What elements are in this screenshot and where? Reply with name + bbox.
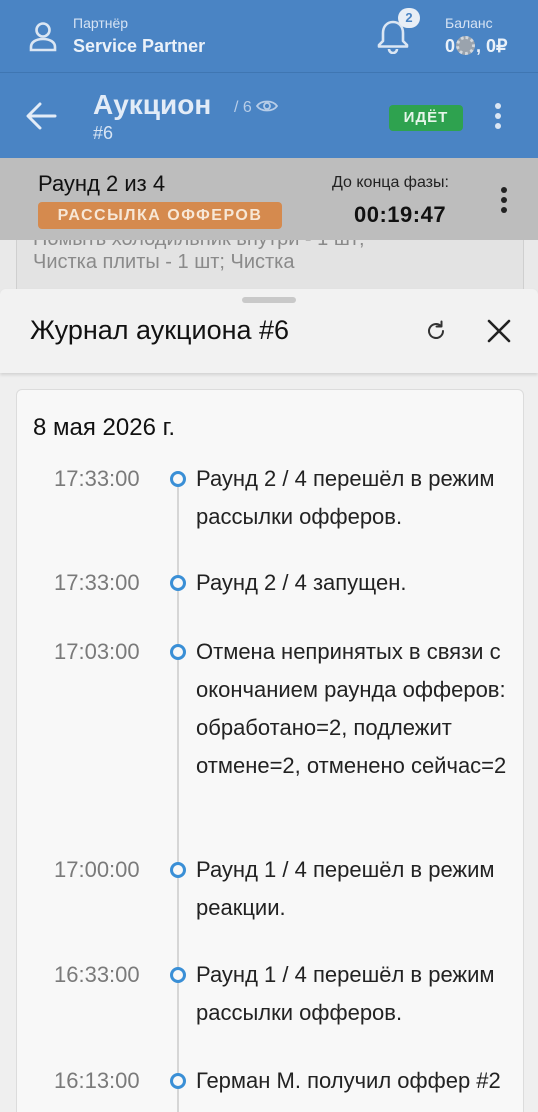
balance-value[interactable]: 0 , 0₽ bbox=[445, 36, 507, 57]
coin-icon bbox=[456, 36, 476, 55]
balance-amount-left: 0 bbox=[445, 36, 456, 56]
background-line-2: Чистка плиты - 1 шт; Чистка bbox=[33, 251, 295, 273]
phase-badge: РАССЫЛКА ОФФЕРОВ bbox=[38, 202, 282, 229]
phase-end-caption: До конца фазы: bbox=[332, 174, 449, 191]
entry-text: Раунд 1 / 4 перешёл в режим рассылки офф… bbox=[196, 962, 495, 1025]
log-date: 8 мая 2026 г. bbox=[33, 414, 176, 441]
entry-time: 16:13:00 bbox=[54, 1068, 140, 1093]
timeline-dot bbox=[170, 1073, 186, 1089]
sheet-header: Журнал аукциона #6 bbox=[0, 289, 538, 373]
entry-time: 17:00:00 bbox=[54, 857, 140, 882]
entry-text: Раунд 2 / 4 запущен. bbox=[196, 570, 407, 595]
notification-badge: 2 bbox=[398, 8, 420, 28]
timeline-dot bbox=[170, 644, 186, 660]
phase-timer: 00:19:47 bbox=[354, 202, 447, 227]
timeline-line bbox=[177, 478, 179, 1112]
entry-time: 17:33:00 bbox=[54, 570, 140, 595]
entry-time: 16:33:00 bbox=[54, 962, 140, 987]
app-screen: Партнёр Service Partner 2 Баланс 0 , 0₽ А… bbox=[0, 0, 538, 1112]
more-vert-icon[interactable] bbox=[495, 103, 501, 133]
drag-handle[interactable] bbox=[242, 297, 296, 303]
timeline-dot bbox=[170, 575, 186, 591]
background-line-1: Помыть холодильник внутри - 1 шт; bbox=[33, 240, 365, 251]
round-more-vert-icon[interactable] bbox=[501, 187, 507, 217]
round-bar: Раунд 2 из 4 РАССЫЛКА ОФФЕРОВ До конца ф… bbox=[0, 158, 538, 240]
entry-time: 17:03:00 bbox=[54, 639, 140, 664]
balance-amount-right: , 0₽ bbox=[476, 36, 508, 56]
background-order-card: Помыть холодильник внутри - 1 шт; Чистка… bbox=[16, 240, 524, 292]
partner-caption: Партнёр bbox=[73, 15, 129, 31]
views-count: / 6 bbox=[234, 99, 252, 116]
auction-header: Аукцион / 6 #6 ИДЁТ bbox=[0, 72, 538, 158]
refresh-icon[interactable] bbox=[424, 319, 448, 343]
entry-text: Герман М. получил оффер #2 bbox=[196, 1068, 501, 1093]
entry-time: 17:33:00 bbox=[54, 466, 140, 491]
eye-icon bbox=[255, 100, 278, 112]
timeline-dot bbox=[170, 862, 186, 878]
user-icon[interactable] bbox=[28, 20, 58, 52]
partner-name[interactable]: Service Partner bbox=[73, 36, 205, 57]
balance-caption: Баланс bbox=[445, 15, 493, 31]
auction-title: Аукцион bbox=[93, 89, 212, 120]
views-counter: / 6 bbox=[234, 99, 278, 117]
timeline-dot bbox=[170, 471, 186, 487]
auction-log-sheet: Журнал аукциона #6 8 мая 2026 г. 17:33:0… bbox=[0, 289, 538, 1112]
status-badge: ИДЁТ bbox=[389, 105, 463, 131]
entry-text: Раунд 2 / 4 перешёл в режим рассылки офф… bbox=[196, 466, 495, 529]
close-icon[interactable] bbox=[485, 317, 513, 345]
auction-number: #6 bbox=[93, 123, 114, 143]
round-label: Раунд 2 из 4 bbox=[38, 171, 166, 196]
back-arrow-icon[interactable] bbox=[24, 101, 58, 131]
timeline-dot bbox=[170, 967, 186, 983]
top-app-bar: Партнёр Service Partner 2 Баланс 0 , 0₽ bbox=[0, 0, 538, 72]
entry-text: Раунд 1 / 4 перешёл в режим реакции. bbox=[196, 857, 495, 920]
sheet-title: Журнал аукциона #6 bbox=[30, 315, 290, 345]
log-card: 8 мая 2026 г. 17:33:00 Раунд 2 / 4 переш… bbox=[16, 389, 524, 1112]
entry-text: Отмена непринятых в связи с окончанием р… bbox=[196, 639, 507, 778]
